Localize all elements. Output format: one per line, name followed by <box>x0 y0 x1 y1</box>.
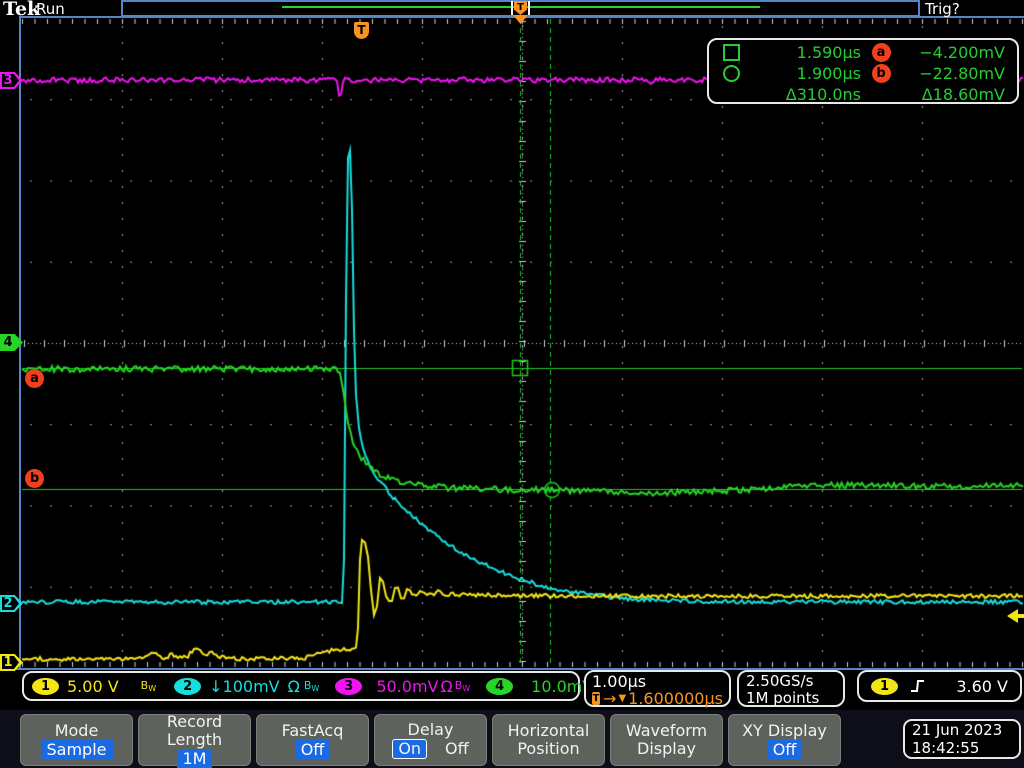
tek-logo: Tek <box>3 0 41 20</box>
channel-1-badge[interactable]: 1 <box>32 677 59 695</box>
cursor-a-square-icon <box>723 44 740 61</box>
record-view-trigger-flag[interactable]: T <box>511 1 533 15</box>
bandwidth-limit-icon: BW <box>454 679 471 693</box>
mode-value: Sample <box>40 739 113 759</box>
channel-3-impedance: Ω <box>440 676 453 696</box>
delay-time: 1.600000µs <box>628 689 723 708</box>
record-view-bar[interactable]: T <box>121 0 920 17</box>
cursor-a-edge-badge[interactable]: a <box>25 369 44 388</box>
cursor-delta-value: Δ18.60mV <box>921 85 1005 104</box>
expansion-triangle-icon: ▼ <box>618 693 627 704</box>
xy-display-button[interactable]: XY Display Off <box>728 714 841 766</box>
channel-1-readout[interactable]: 1 5.00 V BW <box>32 677 156 696</box>
channel-1-scale: 5.00 V <box>67 676 119 696</box>
cursor-b-circle-icon <box>723 65 740 82</box>
fastacq-value: Off <box>294 739 331 759</box>
trigger-source-badge[interactable]: 1 <box>871 677 898 695</box>
arrow-right-icon: → <box>603 689 617 708</box>
channel-2-impedance: Ω <box>287 676 300 696</box>
time: 18:42:55 <box>912 739 980 757</box>
acquisition-readout: 2.50GS/s 1M points <box>737 670 845 707</box>
horizontal-position-button[interactable]: Horizontal Position <box>492 714 605 766</box>
sample-rate: 2.50GS/s <box>746 672 814 690</box>
trigger-level-arrow[interactable] <box>1007 609 1024 623</box>
channel-3-badge[interactable]: 3 <box>335 677 363 695</box>
fastacq-button[interactable]: FastAcq Off <box>256 714 369 766</box>
delay-on-option[interactable]: On <box>392 739 428 759</box>
trigger-level: 3.60 V <box>956 676 1008 696</box>
cursor-b-edge-badge[interactable]: b <box>25 469 44 488</box>
date: 21 Jun 2023 <box>912 721 1003 739</box>
cursor-a-value: −4.200mV <box>919 43 1005 62</box>
bottom-menu-bar: Mode Sample Record Length 1M FastAcq Off… <box>0 710 1024 768</box>
datetime-display: 21 Jun 2023 18:42:55 <box>903 719 1021 759</box>
channel-2-badge[interactable]: 2 <box>174 677 202 695</box>
cursor-a-time: 1.590µs <box>796 43 861 62</box>
waveform-display-area[interactable] <box>0 0 1024 768</box>
trigger-t-icon: T <box>592 692 601 705</box>
window-bracket-left-icon <box>511 1 513 15</box>
horizontal-readout: 1.00µs T → ▼ 1.600000µs <box>584 670 731 707</box>
trigger-status: Trig? <box>925 0 960 18</box>
channel-3-readout[interactable]: 3 50.0mV Ω BW <box>335 677 470 696</box>
channel-4-badge[interactable]: 4 <box>486 677 514 695</box>
oscilloscope-screen: Tek Run T Trig? T 1.590µs a −4.200mV 1.9… <box>0 0 1024 768</box>
bandwidth-limit-icon: BW <box>140 679 157 693</box>
trigger-level-arrow-tail <box>1017 614 1024 618</box>
delay-off-option[interactable]: Off <box>445 740 469 758</box>
channel-readout-bar: 1 5.00 V BW 2 ↓100mV Ω BW 3 50.0mV Ω BW … <box>22 671 625 701</box>
record-length-value: 1M <box>176 748 213 768</box>
mode-button[interactable]: Mode Sample <box>20 714 133 766</box>
trigger-readout: 1 3.60 V <box>857 670 1022 702</box>
trigger-position-marker[interactable]: T <box>354 22 369 39</box>
delay-readout: T → ▼ 1.600000µs <box>592 690 723 707</box>
horizontal-scale: 1.00µs <box>592 672 647 691</box>
cursor-readout-panel: 1.590µs a −4.200mV 1.900µs b −22.80mV Δ3… <box>707 38 1019 104</box>
cursor-b-time: 1.900µs <box>796 64 861 83</box>
channel-2-readout[interactable]: 2 ↓100mV Ω BW <box>174 677 319 696</box>
window-bracket-right-icon <box>528 1 530 15</box>
bandwidth-limit-icon: BW <box>303 679 320 693</box>
acquisition-status: Run <box>36 0 65 18</box>
cursor-a-badge: a <box>871 43 891 62</box>
channel-2-scale: ↓100mV <box>209 676 280 696</box>
record-length-button[interactable]: Record Length 1M <box>138 712 251 768</box>
cursor-delta-time: Δ310.0ns <box>785 85 861 104</box>
delay-button[interactable]: Delay On Off <box>374 714 487 766</box>
record-length: 1M points <box>746 689 820 707</box>
cursor-b-badge: b <box>871 64 891 83</box>
xy-display-value: Off <box>766 739 803 759</box>
cursor-b-value: −22.80mV <box>919 64 1005 83</box>
channel-3-scale: 50.0mV <box>376 676 439 696</box>
trigger-flag-icon: T <box>514 1 527 15</box>
waveform-display-button[interactable]: Waveform Display <box>610 714 723 766</box>
rising-edge-icon <box>911 680 924 692</box>
